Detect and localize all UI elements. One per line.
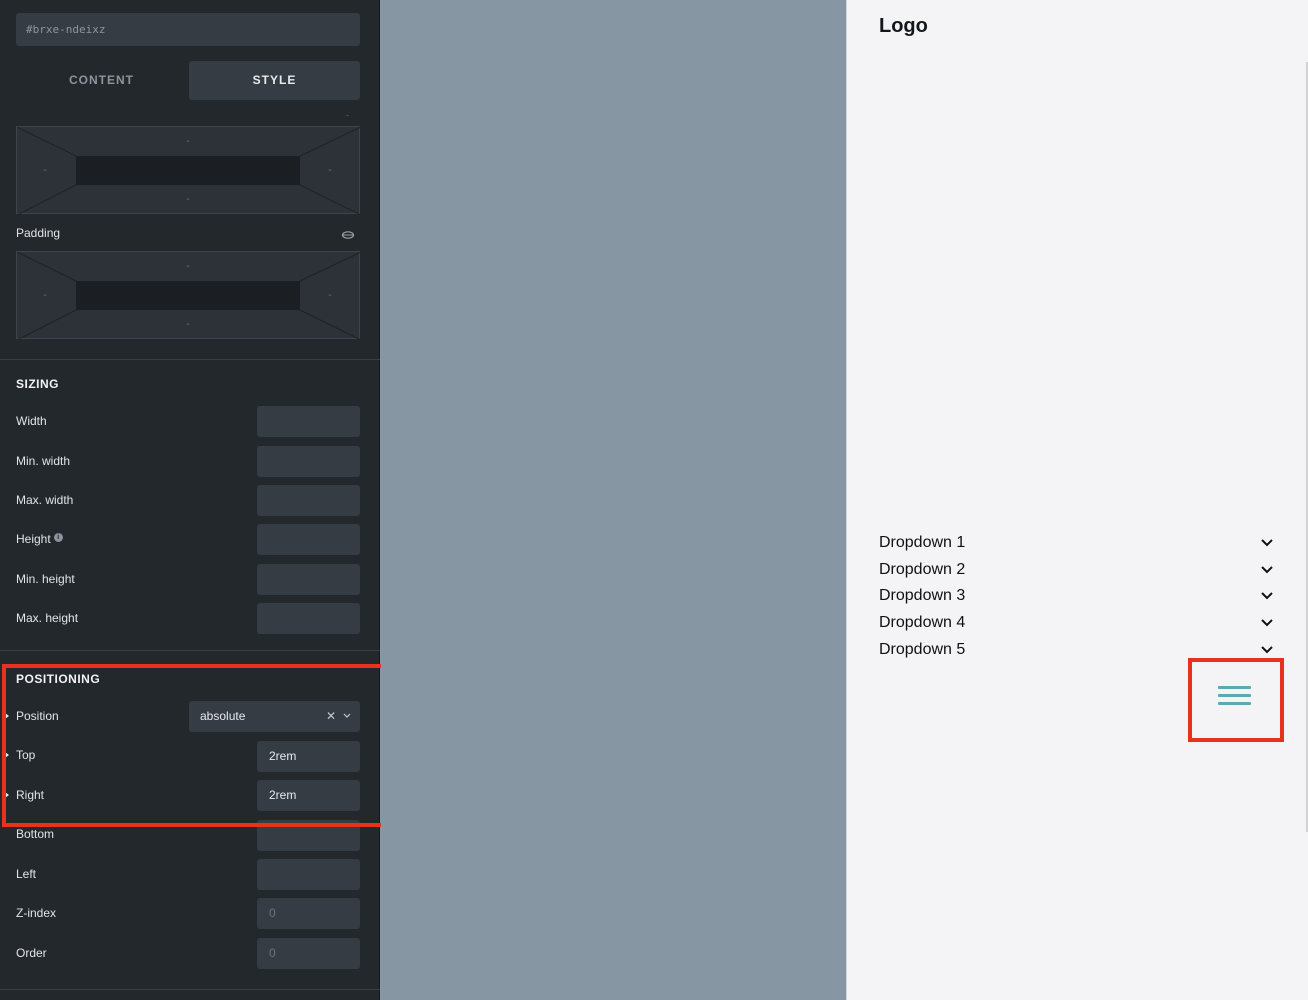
height-label-row: Height i (16, 532, 63, 546)
chevron-down-icon[interactable] (1260, 538, 1274, 548)
padding-bottom-input[interactable]: - (178, 319, 198, 330)
section-divider (0, 359, 380, 360)
padding-box-editor: - - - - (16, 251, 361, 340)
dropdown-label: Dropdown 2 (879, 561, 966, 578)
dropdown-item[interactable]: Dropdown 1 (879, 534, 1275, 561)
margin-right-input[interactable]: - (320, 165, 340, 176)
dropdown-item[interactable]: Dropdown 3 (879, 587, 1275, 614)
min-width-input[interactable] (257, 446, 360, 477)
min-height-label: Min. height (16, 572, 75, 586)
chevron-down-icon[interactable] (1260, 565, 1274, 575)
dropdown-label: Dropdown 3 (879, 587, 966, 604)
dropdown-item[interactable]: Dropdown 4 (879, 614, 1275, 641)
style-panel: #brxe-ndeixz CONTENT STYLE - - - - - Pad… (0, 0, 380, 1000)
dropdown-label: Dropdown 1 (879, 534, 966, 551)
height-input[interactable] (257, 524, 360, 555)
sizing-section-title[interactable]: SIZING (16, 377, 59, 391)
bottom-label: Bottom (16, 827, 55, 841)
margin-left-input[interactable]: - (35, 165, 55, 176)
padding-box-inner (76, 281, 300, 310)
left-input[interactable] (257, 859, 360, 890)
max-width-label: Max. width (16, 493, 74, 507)
section-divider (0, 650, 380, 651)
margin-box-editor: - - - - (16, 126, 361, 215)
link-icon[interactable] (341, 229, 355, 241)
padding-left-input[interactable]: - (35, 290, 55, 301)
dropdown-label: Dropdown 5 (879, 641, 966, 658)
max-height-label: Max. height (16, 611, 79, 625)
info-icon[interactable]: i (53, 533, 63, 542)
dropdown-label: Dropdown 4 (879, 614, 966, 631)
menu-highlight-box (1188, 658, 1284, 742)
order-label: Order (16, 946, 47, 960)
section-divider (0, 989, 380, 990)
order-input[interactable]: 0 (257, 938, 360, 969)
padding-label: Padding (16, 226, 61, 240)
chevron-down-icon[interactable] (1260, 591, 1274, 601)
tab-content[interactable]: CONTENT (16, 61, 187, 100)
margin-unit-indicator: - (346, 110, 349, 120)
left-label: Left (16, 867, 37, 881)
width-label: Width (16, 414, 47, 428)
padding-right-input[interactable]: - (320, 290, 340, 301)
margin-box-inner (76, 156, 300, 185)
width-input[interactable] (257, 406, 360, 437)
chevron-down-icon[interactable] (1260, 645, 1274, 655)
chevron-down-icon[interactable] (1260, 618, 1274, 628)
dropdown-item[interactable]: Dropdown 2 (879, 561, 1275, 588)
max-width-input[interactable] (257, 485, 360, 516)
height-label: Height (16, 532, 51, 546)
margin-bottom-input[interactable]: - (178, 194, 198, 205)
canvas-background (381, 0, 846, 1000)
min-width-label: Min. width (16, 454, 71, 468)
padding-top-input[interactable]: - (178, 261, 198, 272)
max-height-input[interactable] (257, 603, 360, 634)
z-index-input[interactable]: 0 (257, 898, 360, 929)
tab-style[interactable]: STYLE (189, 61, 360, 100)
positioning-highlight-box (2, 664, 395, 827)
margin-top-input[interactable]: - (178, 136, 198, 147)
logo[interactable]: Logo (879, 15, 928, 38)
z-index-label: Z-index (16, 906, 57, 920)
element-id-field[interactable]: #brxe-ndeixz (16, 13, 360, 46)
preview-frame (846, 0, 1308, 1000)
min-height-input[interactable] (257, 564, 360, 595)
